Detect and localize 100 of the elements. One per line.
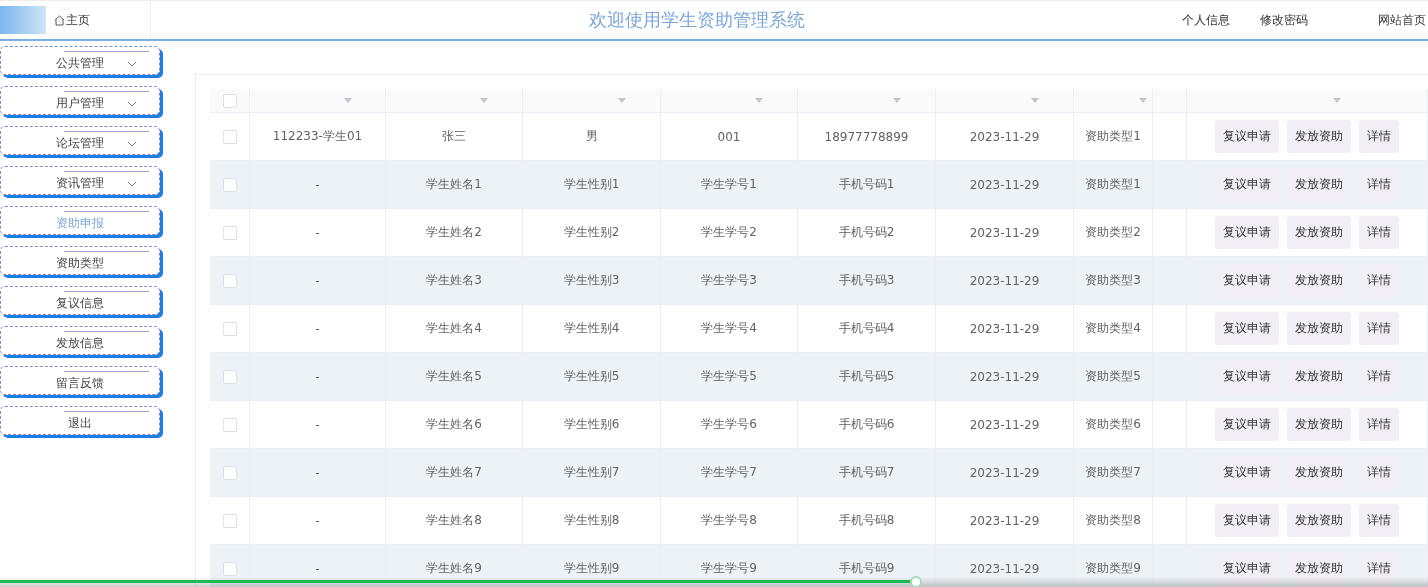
table-cell: 学生性别3: [563, 272, 620, 289]
video-progress-bar[interactable]: [0, 577, 1428, 587]
action-button[interactable]: 发放资助: [1287, 312, 1351, 345]
checkbox[interactable]: [222, 417, 237, 432]
table-cell: 学生学号1: [701, 176, 757, 193]
table-cell: 学生学号3: [701, 272, 757, 289]
table-cell: 手机号码7: [838, 464, 895, 481]
checkbox[interactable]: [222, 225, 237, 240]
action-button[interactable]: 复议申请: [1215, 264, 1279, 297]
table-cell: -: [315, 321, 320, 336]
sort-icon[interactable]: [617, 98, 626, 103]
header-link[interactable]: 网站首页: [1378, 11, 1426, 29]
table-cell: 学生姓名1: [426, 176, 482, 193]
table-cell: 学生姓名2: [426, 224, 482, 241]
action-button[interactable]: 详情: [1359, 120, 1399, 153]
action-button[interactable]: 详情: [1359, 312, 1399, 345]
header-link[interactable]: 个人信息: [1182, 11, 1230, 29]
action-button[interactable]: 发放资助: [1287, 168, 1351, 201]
checkbox[interactable]: [222, 273, 237, 288]
table-cell: 张三: [442, 128, 466, 145]
action-button[interactable]: 复议申请: [1215, 168, 1279, 201]
header-link[interactable]: 修改密码: [1260, 11, 1308, 29]
action-button[interactable]: 复议申请: [1215, 408, 1279, 441]
table-cell: 学生学号2: [701, 224, 757, 241]
action-button[interactable]: 详情: [1359, 264, 1399, 297]
sort-icon[interactable]: [892, 98, 901, 103]
home-link[interactable]: 主页: [54, 11, 90, 29]
table-cell: 2023-11-29: [969, 417, 1040, 432]
checkbox[interactable]: [222, 465, 237, 480]
table-cell: 手机号码6: [838, 416, 895, 433]
sidebar-item[interactable]: 资助类型: [0, 246, 160, 275]
table-cell: 学生性别6: [563, 416, 620, 433]
action-button[interactable]: 发放资助: [1287, 360, 1351, 393]
action-button[interactable]: 复议申请: [1215, 312, 1279, 345]
checkbox[interactable]: [222, 369, 237, 384]
table-cell: 手机号码8: [838, 512, 895, 529]
action-button[interactable]: 复议申请: [1215, 504, 1279, 537]
checkbox[interactable]: [222, 321, 237, 336]
table-cell: 资助类型7: [1085, 464, 1141, 481]
sidebar-item[interactable]: 退出: [0, 406, 160, 435]
table-cell: 学生姓名4: [426, 320, 482, 337]
sidebar-item[interactable]: 复议信息: [0, 286, 160, 315]
action-button[interactable]: 发放资助: [1287, 264, 1351, 297]
sort-icon[interactable]: [755, 98, 763, 103]
checkbox[interactable]: [222, 561, 237, 576]
action-button[interactable]: 详情: [1359, 360, 1399, 393]
action-button[interactable]: 发放资助: [1287, 120, 1351, 153]
table-cell: 112233-学生01: [272, 128, 363, 145]
sidebar-item[interactable]: 用户管理: [0, 86, 160, 115]
table-cell: 学生性别9: [563, 560, 620, 577]
action-button[interactable]: 复议申请: [1215, 552, 1279, 585]
table-cell: 学生姓名3: [426, 272, 482, 289]
table-cell: 2023-11-29: [969, 465, 1040, 480]
sort-icon[interactable]: [1333, 98, 1341, 103]
table-cell: -: [315, 417, 320, 432]
checkbox[interactable]: [222, 513, 237, 528]
action-button[interactable]: 复议申请: [1215, 120, 1279, 153]
action-button[interactable]: 详情: [1359, 408, 1399, 441]
sort-icon[interactable]: [1139, 98, 1147, 103]
table-cell: -: [315, 561, 320, 576]
banner-decoration: [0, 6, 46, 34]
table-cell: 手机号码5: [838, 368, 895, 385]
action-button[interactable]: 详情: [1359, 168, 1399, 201]
checkbox[interactable]: [222, 177, 237, 192]
action-button[interactable]: 发放资助: [1287, 552, 1351, 585]
sidebar-item[interactable]: 留言反馈: [0, 366, 160, 395]
action-button[interactable]: 发放资助: [1287, 504, 1351, 537]
sort-icon[interactable]: [343, 98, 352, 103]
table-cell: 手机号码3: [838, 272, 895, 289]
table-cell: 学生性别2: [563, 224, 620, 241]
table-cell: 2023-11-29: [969, 561, 1040, 576]
action-button[interactable]: 详情: [1359, 552, 1399, 585]
sidebar-item[interactable]: 论坛管理: [0, 126, 160, 155]
action-button[interactable]: 发放资助: [1287, 408, 1351, 441]
page-title: 欢迎使用学生资助管理系统: [587, 8, 806, 32]
table-cell: 2023-11-29: [969, 225, 1040, 240]
checkbox[interactable]: [222, 129, 237, 144]
table-cell: 学生姓名9: [426, 560, 482, 577]
table-cell: -: [315, 177, 320, 192]
table-cell: 学生学号4: [701, 320, 757, 337]
action-button[interactable]: 详情: [1359, 456, 1399, 489]
table-cell: 001: [717, 129, 741, 144]
progress-handle[interactable]: [910, 576, 923, 587]
action-button[interactable]: 复议申请: [1215, 456, 1279, 489]
action-button[interactable]: 详情: [1359, 216, 1399, 249]
sort-icon[interactable]: [1030, 98, 1039, 103]
action-button[interactable]: 复议申请: [1215, 216, 1279, 249]
table-cell: 学生性别1: [563, 176, 620, 193]
action-button[interactable]: 发放资助: [1287, 456, 1351, 489]
action-button[interactable]: 复议申请: [1215, 360, 1279, 393]
table-cell: 2023-11-29: [969, 273, 1040, 288]
sort-icon[interactable]: [480, 98, 488, 103]
action-button[interactable]: 详情: [1359, 504, 1399, 537]
sidebar-item[interactable]: 公共管理: [0, 46, 160, 75]
action-button[interactable]: 发放资助: [1287, 216, 1351, 249]
checkbox[interactable]: [222, 93, 237, 108]
sidebar-item[interactable]: 资讯管理: [0, 166, 160, 195]
table-cell: 学生学号6: [701, 416, 757, 433]
sidebar-item[interactable]: 发放信息: [0, 326, 160, 355]
table-cell: -: [315, 225, 320, 240]
